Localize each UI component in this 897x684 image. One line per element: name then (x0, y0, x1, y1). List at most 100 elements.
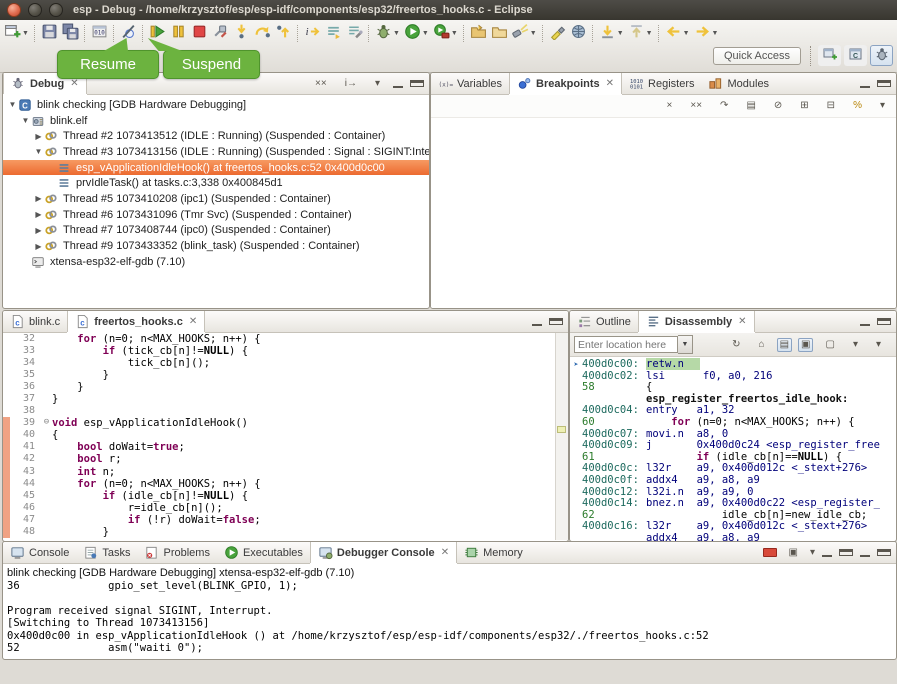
view-menu-button[interactable]: ▾ (847, 339, 864, 351)
remove-all-breakpoints-button[interactable]: ×× (684, 100, 708, 112)
expander-icon[interactable]: ▼ (20, 116, 31, 125)
maximize-button[interactable] (877, 80, 891, 87)
location-input[interactable] (574, 336, 678, 353)
dropdown-arrow-icon[interactable]: ▼ (646, 30, 653, 37)
collapse-all-button[interactable]: ⊟ (821, 100, 841, 112)
close-icon[interactable]: ✕ (70, 78, 78, 89)
tab-freertos-hooks-c[interactable]: cfreertos_hooks.c✕ (67, 311, 205, 332)
toolbar-button-skip-all-breakpoints[interactable] (118, 23, 139, 44)
toolbar-button-new-wizard[interactable]: ▼ (2, 23, 31, 44)
close-icon[interactable]: ✕ (189, 316, 197, 327)
tab-executables[interactable]: Executables (217, 542, 310, 563)
fold-marker[interactable]: ⊖ (41, 417, 52, 429)
window-minimize-button[interactable] (28, 3, 42, 17)
perspective-button-cpp-perspective[interactable]: C (844, 45, 867, 66)
dropdown-arrow-icon[interactable]: ▼ (22, 30, 29, 37)
toolbar-button-run[interactable]: ▼ (402, 23, 431, 44)
tree-row[interactable]: ▶Thread #5 1073410208 (ipc1) (Suspended … (3, 191, 429, 207)
close-icon[interactable]: ✕ (606, 78, 614, 89)
toolbar-button-search-flashlight[interactable]: ▼ (510, 23, 539, 44)
tab-console[interactable]: Console (3, 542, 76, 563)
dropdown-arrow-icon[interactable]: ▼ (712, 30, 719, 37)
code-editor[interactable]: 32 for (n=0; n<MAX_HOOKS; n++) {33 if (t… (3, 333, 568, 540)
toolbar-button-external-tools[interactable]: ▼ (431, 23, 460, 44)
toolbar-button-step-over[interactable] (252, 23, 273, 44)
toolbar-button-back-history[interactable]: ▼ (663, 23, 692, 44)
window-maximize-button[interactable] (49, 3, 63, 17)
tree-row[interactable]: ▶Thread #2 1073413512 (IDLE : Running) (… (3, 128, 429, 144)
expander-icon[interactable]: ▶ (33, 194, 44, 203)
skip-all-breakpoints-button[interactable]: ⊘ (768, 100, 788, 112)
toolbar-button-save-all[interactable] (60, 23, 81, 44)
display-selected-console-button[interactable]: ▣ (783, 547, 804, 559)
tree-row[interactable]: xtensa-esp32-elf-gdb (7.10) (3, 254, 429, 270)
toolbar-button-suspend[interactable] (168, 23, 189, 44)
maximize-button[interactable] (410, 80, 424, 87)
tab-tasks[interactable]: Tasks (76, 542, 137, 563)
open-new-view-button[interactable]: ▢ (819, 339, 840, 351)
toolbar-button-debug-configurations[interactable] (344, 23, 365, 44)
dropdown-arrow-icon[interactable]: ▼ (617, 30, 624, 37)
tree-row[interactable]: ▼blink.elf (3, 113, 429, 129)
perspective-button-open-perspective[interactable] (818, 45, 841, 66)
tree-row[interactable]: ▼Cblink checking [GDB Hardware Debugging… (3, 97, 429, 113)
view-menu-button[interactable]: ▾ (870, 339, 887, 351)
minimize-button[interactable] (859, 549, 871, 557)
view-menu-button[interactable]: ▾ (874, 100, 891, 112)
terminate-button[interactable] (763, 548, 777, 557)
expander-icon[interactable]: ▼ (7, 100, 18, 109)
toolbar-button-world[interactable] (568, 23, 589, 44)
toolbar-button-next-annotation[interactable]: ▼ (597, 23, 626, 44)
dropdown-arrow-icon[interactable]: ▼ (530, 30, 537, 37)
tab-problems[interactable]: Problems (137, 542, 216, 563)
show-source-button[interactable]: ▤ (777, 338, 792, 352)
close-icon[interactable]: ✕ (441, 547, 449, 558)
toolbar-button-debug[interactable]: ▼ (373, 23, 402, 44)
minimize-button[interactable] (392, 80, 404, 88)
expander-icon[interactable]: ▶ (33, 210, 44, 219)
tab-modules[interactable]: Modules (701, 73, 776, 94)
expander-icon[interactable]: ▶ (33, 132, 44, 141)
dropdown-arrow-icon[interactable]: ▼ (451, 30, 458, 37)
group-by-button[interactable]: % (847, 100, 868, 112)
go-to-file-for-breakpoint-button[interactable]: ▤ (740, 100, 761, 112)
track-expression-button[interactable]: ▣ (798, 338, 813, 352)
window-close-button[interactable] (7, 3, 21, 17)
toolbar-button-instruction-stepping[interactable]: i (302, 23, 323, 44)
maximize-button[interactable] (877, 549, 891, 556)
toolbar-button-open-element-folder[interactable] (468, 23, 489, 44)
expander-icon[interactable]: ▶ (33, 242, 44, 251)
minimize-button[interactable] (859, 318, 871, 326)
instruction-stepping-mode-button[interactable]: i→ (339, 78, 363, 90)
tab-disassembly[interactable]: Disassembly✕ (638, 311, 755, 332)
toolbar-button-disconnect[interactable] (210, 23, 231, 44)
overview-ruler[interactable] (555, 333, 568, 540)
remove-selected-breakpoints-button[interactable]: × (661, 100, 679, 112)
minimize-button[interactable] (821, 549, 833, 557)
toolbar-button-show-debug-elements[interactable] (323, 23, 344, 44)
close-icon[interactable]: ✕ (738, 316, 746, 327)
toolbar-button-build-binary[interactable]: 010 (89, 23, 110, 44)
console-content[interactable]: blink checking [GDB Hardware Debugging] … (3, 564, 896, 654)
tree-row[interactable]: esp_vApplicationIdleHook() at freertos_h… (3, 160, 429, 176)
tab-breakpoints[interactable]: Breakpoints✕ (509, 73, 622, 94)
remove-all-terminated-button[interactable]: ×× (309, 78, 333, 90)
perspective-button-debug-perspective[interactable] (870, 45, 893, 66)
quick-access-button[interactable]: Quick Access (713, 47, 801, 65)
annotation-marker[interactable] (557, 426, 566, 433)
expander-icon[interactable]: ▶ (33, 226, 44, 235)
dropdown-arrow-icon[interactable]: ▼ (683, 30, 690, 37)
tab-registers[interactable]: 10100101Registers (622, 73, 701, 94)
tree-row[interactable]: ▼Thread #3 1073413156 (IDLE : Running) (… (3, 144, 429, 160)
go-home-button[interactable]: ⌂ (753, 339, 771, 351)
toolbar-button-save[interactable] (39, 23, 60, 44)
tree-row[interactable]: prvIdleTask() at tasks.c:3,338 0x400845d… (3, 175, 429, 191)
tree-row[interactable]: ▶Thread #9 1073433352 (blink_task) (Susp… (3, 238, 429, 254)
show-breakpoints-supported-button[interactable]: ↷ (714, 100, 734, 112)
tab-debugger-console[interactable]: Debugger Console✕ (310, 542, 457, 563)
tab-blink-c[interactable]: cblink.c (3, 311, 67, 332)
maximize-button[interactable] (877, 318, 891, 325)
toolbar-button-step-into[interactable] (231, 23, 252, 44)
minimize-button[interactable] (531, 318, 543, 326)
toolbar-button-mark-occurrences[interactable] (547, 23, 568, 44)
